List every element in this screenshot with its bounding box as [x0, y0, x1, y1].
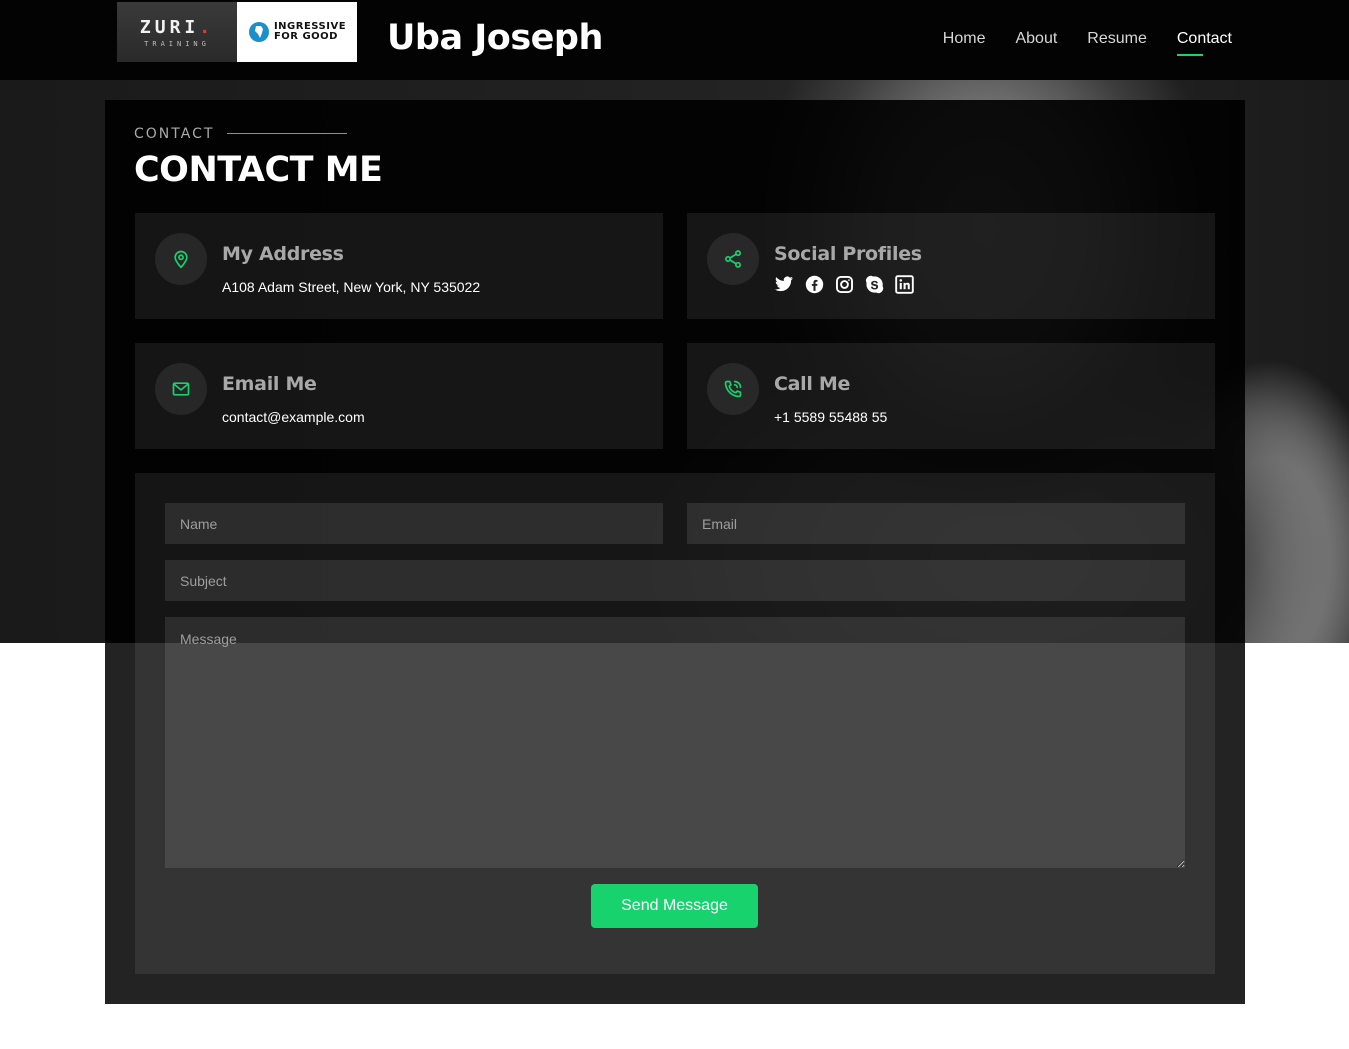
section-label-divider: [227, 133, 347, 134]
nav-resume-link[interactable]: Resume: [1087, 30, 1147, 54]
phone-call-icon: [707, 363, 759, 415]
africa-globe-icon: [248, 22, 269, 42]
share-icon: [707, 233, 759, 285]
address-title: My Address: [222, 243, 344, 265]
social-icons-row: [774, 274, 914, 294]
navbar: ZURI. TRAINING INGRESSIVE FOR GOOD Uba J…: [0, 0, 1349, 80]
address-text: A108 Adam Street, New York, NY 535022: [222, 279, 481, 295]
name-input[interactable]: [165, 503, 663, 544]
email-text[interactable]: contact@example.com: [222, 409, 365, 425]
zuri-training-logo[interactable]: ZURI. TRAINING: [117, 2, 237, 62]
address-info-box: My Address A108 Adam Street, New York, N…: [135, 213, 663, 319]
twitter-icon[interactable]: [774, 274, 794, 294]
nav-about-link[interactable]: About: [1015, 30, 1057, 54]
main-nav: Home About Resume Contact: [943, 30, 1232, 56]
nav-contact-link[interactable]: Contact: [1176, 30, 1232, 56]
email-info-box: Email Me contact@example.com: [135, 343, 663, 449]
linkedin-icon[interactable]: [894, 274, 914, 294]
social-profiles-title: Social Profiles: [774, 243, 922, 265]
email-title: Email Me: [222, 373, 317, 395]
social-profiles-box: Social Profiles: [687, 213, 1215, 319]
call-title: Call Me: [774, 373, 851, 395]
section-title: CONTACT ME: [134, 150, 383, 190]
map-pin-icon: [155, 233, 207, 285]
nav-home-link[interactable]: Home: [943, 30, 986, 54]
zuri-logo-subtext: TRAINING: [144, 39, 210, 48]
i4g-logo-text: INGRESSIVE FOR GOOD: [273, 21, 347, 42]
phone-text[interactable]: +1 5589 55488 55: [774, 409, 887, 425]
envelope-icon: [155, 363, 207, 415]
instagram-icon[interactable]: [834, 274, 854, 294]
message-textarea[interactable]: [165, 617, 1185, 868]
call-info-box: Call Me +1 5589 55488 55: [687, 343, 1215, 449]
site-brand-name[interactable]: Uba Joseph: [387, 18, 603, 58]
subject-input[interactable]: [165, 560, 1185, 601]
skype-icon[interactable]: [864, 274, 884, 294]
email-input[interactable]: [687, 503, 1185, 544]
send-message-button[interactable]: Send Message: [591, 884, 758, 928]
facebook-icon[interactable]: [804, 274, 824, 294]
zuri-logo-text: ZURI.: [139, 16, 215, 38]
section-label: CONTACT: [134, 126, 215, 142]
ingressive-for-good-logo[interactable]: INGRESSIVE FOR GOOD: [237, 2, 357, 62]
